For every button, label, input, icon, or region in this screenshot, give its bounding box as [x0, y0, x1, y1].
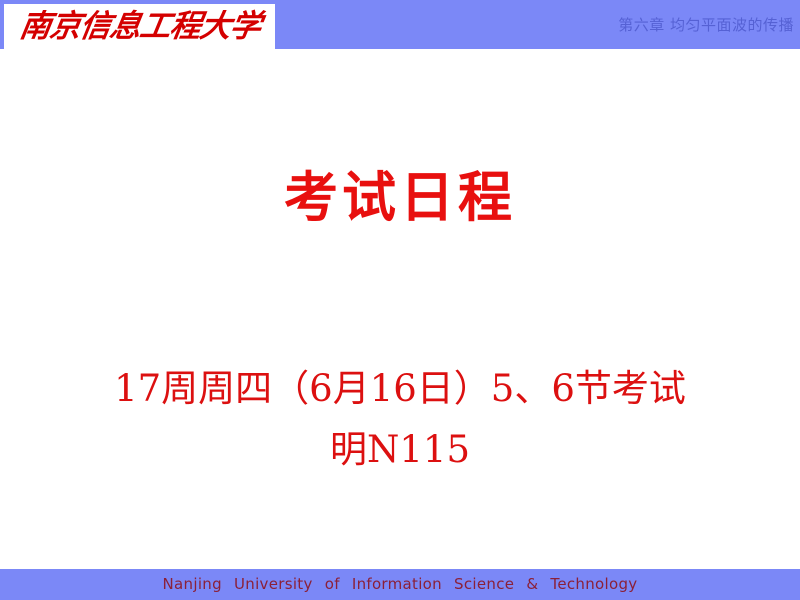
- chapter-title: 第六章 均匀平面波的传播: [618, 16, 794, 34]
- university-logo: 南京信息工程大学: [4, 4, 275, 49]
- exam-room-line: 明N115: [330, 428, 470, 472]
- footer-university-name: Nanjing University of Information Scienc…: [162, 575, 638, 593]
- page-title: 考试日程: [284, 166, 516, 229]
- exam-date-line: 17周周四（6月16日）5、6节考试: [114, 367, 686, 410]
- exam-schedule-block: 17周周四（6月16日）5、6节考试 明N115: [0, 358, 800, 480]
- university-logo-text: 南京信息工程大学: [16, 8, 263, 44]
- footer-band: Nanjing University of Information Scienc…: [0, 569, 800, 600]
- header-band: 南京信息工程大学 第六章 均匀平面波的传播: [0, 0, 800, 49]
- slide: 南京信息工程大学 第六章 均匀平面波的传播 考试日程 17周周四（6月16日）5…: [0, 0, 800, 600]
